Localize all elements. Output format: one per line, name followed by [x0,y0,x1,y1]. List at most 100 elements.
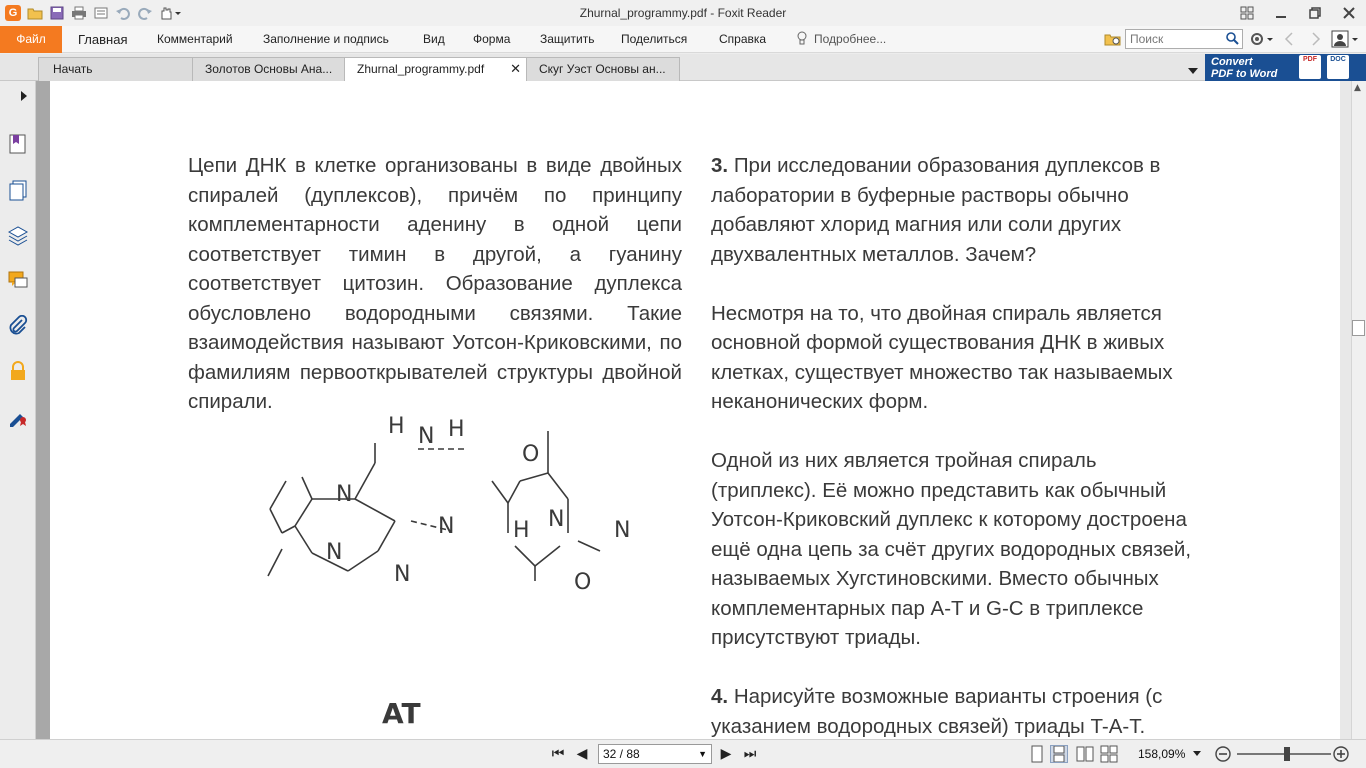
pdf-page: Цепи ДНК в клетке организованы в виде дв… [50,81,1340,739]
facing-view-icon[interactable] [1076,745,1094,763]
scroll-track[interactable] [1351,81,1366,739]
layers-icon[interactable] [7,224,29,246]
single-page-view-icon[interactable] [1028,745,1046,763]
atom-label: N [394,562,410,587]
pdf-file-icon: PDF [1299,55,1321,79]
base-pair-label: AT [382,697,421,730]
doc-file-icon: DOC [1327,55,1349,79]
search-icon[interactable] [1226,32,1239,45]
zoom-dropdown-icon[interactable] [1192,750,1202,758]
atom-label: H [513,518,530,543]
close-icon[interactable] [1332,0,1366,26]
continuous-view-icon[interactable] [1050,745,1068,763]
page-indicator: 32 / 88 [603,747,640,761]
tab-share[interactable]: Поделиться [621,26,687,53]
tab-home[interactable]: Главная [78,26,127,53]
foxit-reader-window: G Zhurnal_programmy.pdf - Foxit Reader Ф… [0,0,1366,768]
attachments-icon[interactable] [7,314,29,337]
settings-icon[interactable] [1249,31,1275,52]
intro-paragraph: Цепи ДНК в клетке организованы в виде дв… [188,154,682,413]
print-icon[interactable] [71,5,87,21]
next-result-icon[interactable] [1310,32,1322,51]
close-tab-icon[interactable]: ✕ [510,58,521,80]
question-3: 3. При исследовании образования дуплексо… [711,151,1205,269]
tab-protect[interactable]: Защитить [540,26,594,53]
doc-tab-label: Золотов Основы Ана... [205,62,333,76]
tab-list-dropdown-icon[interactable] [1187,63,1199,81]
page-number-input[interactable]: 32 / 88 ▼ [598,744,712,764]
tab-fill-sign[interactable]: Заполнение и подпись [263,26,389,53]
zoom-out-icon[interactable] [1214,745,1232,768]
prev-page-icon[interactable]: ◀ [572,744,592,764]
expand-panel-icon[interactable] [20,89,28,107]
doc-tab-label: Скуг Уэст Основы ан... [539,62,666,76]
window-title: Zhurnal_programmy.pdf - Foxit Reader [579,6,787,20]
atom-label: N [418,424,434,449]
search-placeholder: Поиск [1130,32,1164,46]
file-menu-button[interactable]: Файл [0,26,62,53]
last-page-icon[interactable]: ⏭ [740,744,760,764]
convert-pdf-to-word-banner[interactable]: Convert PDF to Word PDF DOC [1205,54,1366,81]
prev-result-icon[interactable] [1283,32,1295,51]
right-column: 3. При исследовании образования дуплексо… [711,151,1205,739]
quick-access-toolbar: G [5,4,181,22]
lightbulb-icon [797,31,807,45]
zoom-in-icon[interactable] [1332,745,1350,768]
open-folder-icon[interactable] [27,5,43,21]
tell-me-label: Подробнее... [814,32,887,46]
continuous-facing-view-icon[interactable] [1100,745,1118,763]
doc-tab-zolotov[interactable]: Золотов Основы Ана... [192,57,346,81]
first-page-icon[interactable]: ⏮ [548,744,568,764]
window-controls [1230,0,1366,26]
pages-icon[interactable] [7,179,29,201]
next-page-icon[interactable]: ▶ [716,744,736,764]
scroll-up-icon[interactable]: ▲ [1354,83,1361,93]
page-dropdown-icon[interactable]: ▼ [698,745,707,763]
doc-tab-label: Начать [53,62,93,76]
doc-tab-zhurnal[interactable]: Zhurnal_programmy.pdf ✕ [344,57,528,82]
question-number: 4. [711,685,729,708]
tell-me-button[interactable]: Подробнее... [796,26,886,53]
zoom-level[interactable]: 158,09% [1138,747,1202,761]
zoom-slider-thumb[interactable] [1284,747,1290,761]
title-bar: G Zhurnal_programmy.pdf - Foxit Reader [0,0,1366,26]
app-logo-icon[interactable]: G [5,5,21,21]
doc-tab-skug[interactable]: Скуг Уэст Основы ан... [526,57,680,81]
atom-label: N [438,514,454,539]
atom-label: N [548,507,564,532]
minimize-icon[interactable] [1264,0,1298,26]
find-folder-icon[interactable] [1104,31,1122,52]
security-icon[interactable] [7,360,29,382]
navigation-panel [0,81,36,739]
user-account-icon[interactable] [1331,30,1361,53]
atom-label: N [614,518,630,543]
tab-view[interactable]: Вид [423,26,445,53]
question-text: Нарисуйте возможные варианты строения (с… [711,685,1163,738]
status-bar: ⏮ ◀ 32 / 88 ▼ ▶ ⏭ 158,09% [0,739,1366,768]
atom-label: H [448,417,465,442]
vertical-scrollbar[interactable]: ▲ [1340,81,1366,739]
save-icon[interactable] [49,5,65,21]
hand-tool-icon[interactable] [159,5,181,21]
document-tab-bar: Начать Золотов Основы Ана... Zhurnal_pro… [0,54,1366,82]
paragraph-noncanonical: Несмотря на то, что двойная спираль явля… [711,301,1173,414]
atom-label: N [326,540,342,565]
redo-icon[interactable] [137,5,153,21]
undo-icon[interactable] [115,5,131,21]
tab-help[interactable]: Справка [719,26,766,53]
restore-icon[interactable] [1298,0,1332,26]
scroll-thumb[interactable] [1352,320,1365,336]
properties-icon[interactable] [93,5,109,21]
at-base-pair-figure: H N H O N N H N N N N O AT [267,414,630,730]
panel-splitter[interactable] [36,81,50,739]
comments-icon[interactable] [7,269,29,291]
ribbon-options-icon[interactable] [1230,0,1264,26]
question-4: 4. Нарисуйте возможные варианты строения… [711,682,1205,739]
signature-icon[interactable] [7,405,29,427]
question-text: При исследовании образования дуплексов в… [711,154,1161,266]
tab-form[interactable]: Форма [473,26,510,53]
search-input[interactable]: Поиск [1125,29,1243,49]
doc-tab-start[interactable]: Начать [38,57,194,81]
tab-comment[interactable]: Комментарий [157,26,233,53]
bookmark-icon[interactable] [7,133,29,155]
